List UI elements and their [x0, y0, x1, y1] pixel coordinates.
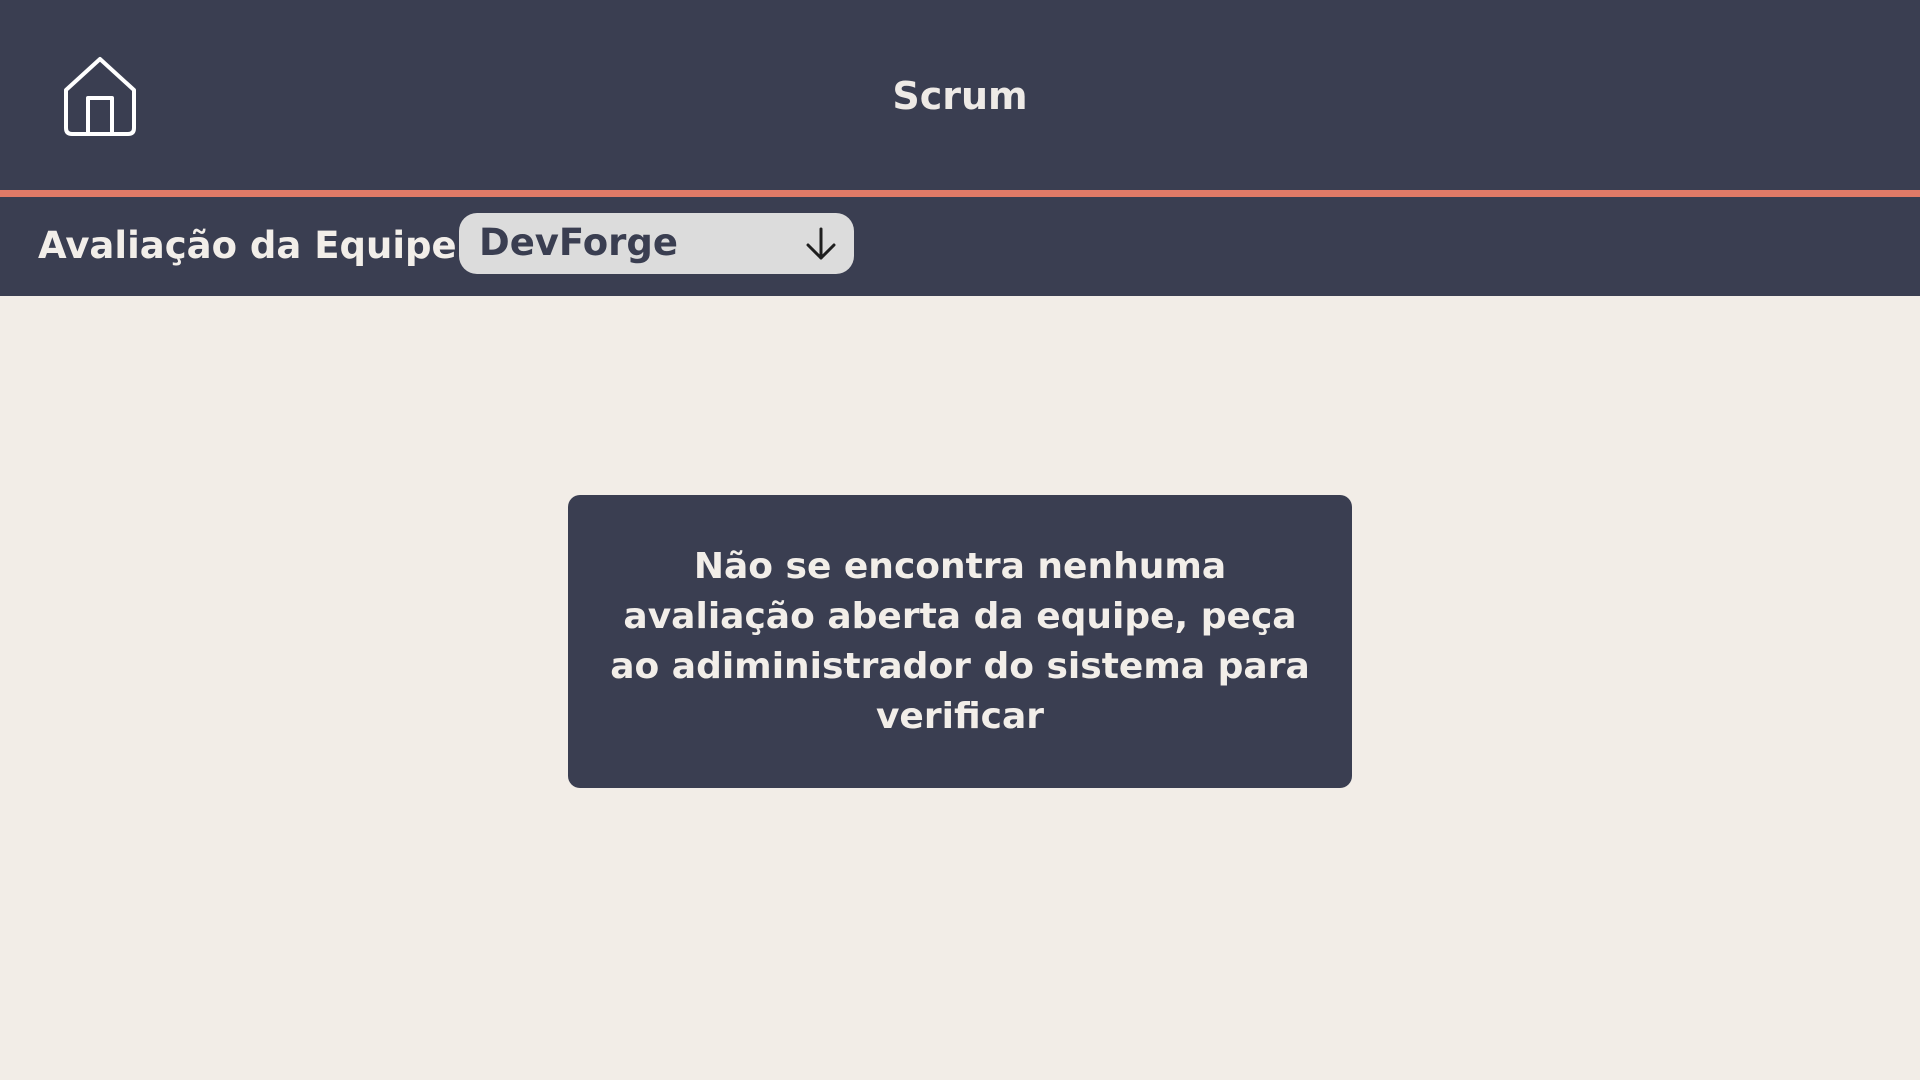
team-select-value: DevForge: [479, 221, 678, 264]
empty-state-notice: Não se encontra nenhuma avaliação aberta…: [568, 495, 1352, 788]
page-title: Scrum: [892, 74, 1028, 118]
app-header: Scrum: [0, 0, 1920, 190]
arrow-down-icon: [802, 225, 840, 263]
team-evaluation-label: Avaliação da Equipe:: [38, 224, 472, 267]
accent-divider: [0, 190, 1920, 197]
team-select[interactable]: DevForge: [459, 213, 854, 274]
team-toolbar: Avaliação da Equipe: DevForge: [0, 197, 1920, 296]
notice-message: Não se encontra nenhuma avaliação aberta…: [610, 545, 1310, 737]
